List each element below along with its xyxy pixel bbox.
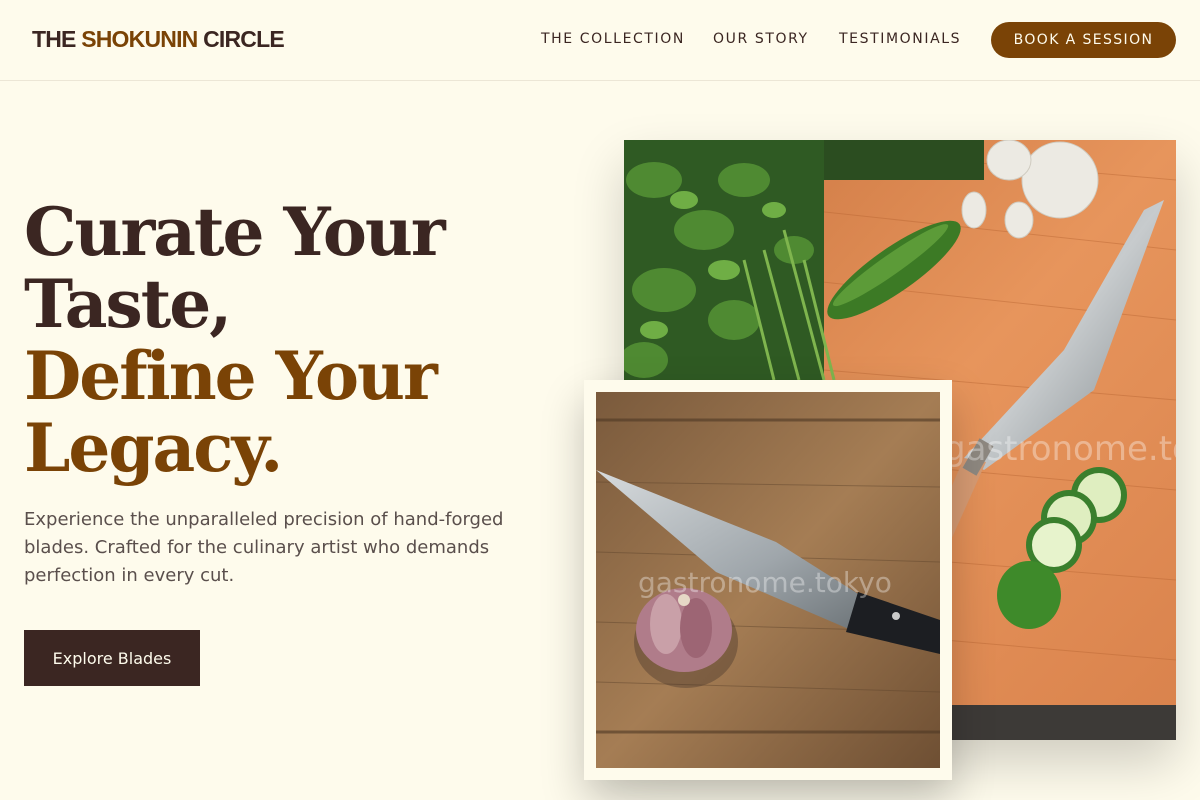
hero-image-frame: gastronome.tokyo — [584, 380, 952, 780]
top-nav: THE SHOKUNIN CIRCLE THE COLLECTION OUR S… — [0, 0, 1200, 81]
logo-text-the: THE — [32, 26, 82, 52]
nav-link-collection[interactable]: THE COLLECTION — [541, 31, 685, 47]
headline-line-1: Curate Your — [24, 193, 446, 271]
secondary-image-watermark: gastronome.tokyo — [638, 566, 892, 599]
headline-line-2: Taste, — [24, 265, 232, 343]
nav-link-our-story[interactable]: OUR STORY — [713, 31, 809, 47]
explore-blades-button[interactable]: Explore Blades — [24, 630, 200, 686]
knife-garlic-illustration: gastronome.tokyo — [596, 392, 940, 768]
logo-text-circle: CIRCLE — [197, 26, 285, 52]
headline-line-3: Define Your — [24, 337, 438, 415]
hero-headline: Curate Your Taste, Define Your Legacy. — [24, 193, 446, 487]
book-session-button[interactable]: BOOK A SESSION — [991, 22, 1176, 58]
hero-subtitle: Experience the unparalleled precision of… — [24, 509, 504, 586]
nav-link-testimonials[interactable]: TESTIMONIALS — [839, 31, 961, 47]
main-image-watermark: gastronome.tokyo — [944, 429, 1176, 469]
headline-line-4: Legacy. — [24, 409, 283, 487]
logo-text-accent: SHOKUNIN — [81, 26, 198, 52]
site-logo[interactable]: THE SHOKUNIN CIRCLE — [32, 26, 285, 53]
hero-image-secondary: gastronome.tokyo — [596, 392, 940, 768]
